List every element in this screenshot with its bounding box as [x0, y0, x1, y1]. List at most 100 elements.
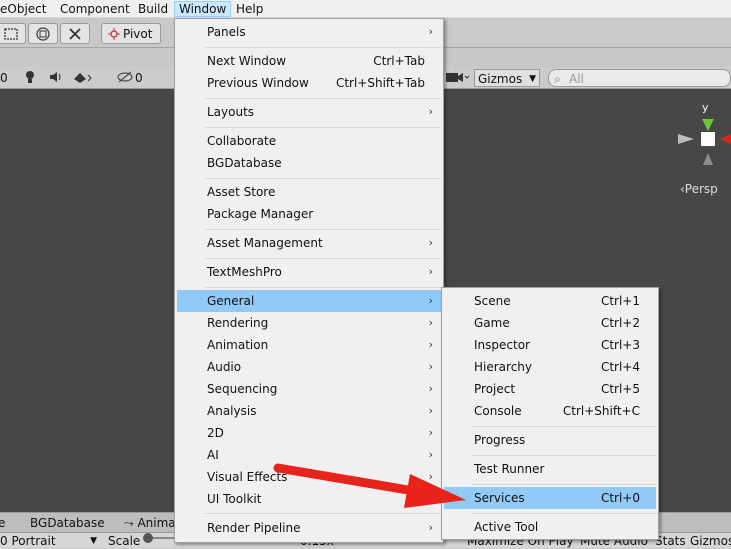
menu-item-asset-management[interactable]: Asset Management ›	[177, 232, 441, 254]
menu-separator	[205, 127, 441, 128]
menu-item-shortcut: Ctrl+1	[600, 294, 640, 308]
resolution-dropdown[interactable]: 0 Portrait ▼	[0, 533, 100, 549]
hidden-objects-icon[interactable]	[116, 69, 134, 87]
chevron-right-icon: ›	[428, 105, 433, 118]
menu-item-label: Console	[474, 404, 522, 418]
gizmos-dropdown[interactable]: Gizmos ▼	[474, 69, 540, 87]
chevron-right-icon: ›	[428, 25, 433, 38]
rect-tool-icon	[3, 27, 19, 41]
menu-item-analysis[interactable]: Analysis ›	[177, 400, 441, 422]
pivot-icon	[108, 27, 120, 40]
submenu-item-console[interactable]: Console Ctrl+Shift+C	[444, 400, 656, 422]
menu-item-label: Test Runner	[474, 462, 545, 476]
menu-item-animation[interactable]: Animation ›	[177, 334, 441, 356]
menu-separator	[205, 287, 441, 288]
menu-item-label: Previous Window	[207, 76, 309, 90]
gizmos-toggle[interactable]: Gizmos	[690, 533, 731, 549]
chevron-right-icon: ›	[428, 382, 433, 395]
menu-item-label: BGDatabase	[207, 156, 282, 170]
transform-tool-button[interactable]	[28, 23, 58, 44]
menu-item-label: Inspector	[474, 338, 530, 352]
submenu-item-game[interactable]: Game Ctrl+2	[444, 312, 656, 334]
menu-item-2d[interactable]: 2D ›	[177, 422, 441, 444]
menu-item-audio[interactable]: Audio ›	[177, 356, 441, 378]
menu-bar: eObject Component Build Window Help	[0, 0, 731, 18]
tab-bgdatabase[interactable]: BGDatabase	[30, 515, 105, 531]
scale-slider-handle[interactable]	[143, 533, 153, 543]
menu-component[interactable]: Component	[56, 1, 134, 17]
menu-item-label: Package Manager	[207, 207, 314, 221]
scene-orientation-gizmo[interactable]: y	[672, 101, 731, 181]
menu-item-rendering[interactable]: Rendering ›	[177, 312, 441, 334]
menu-item-panels[interactable]: Panels ›	[177, 21, 441, 43]
chevron-right-icon: ›	[428, 426, 433, 439]
submenu-item-services[interactable]: Services Ctrl+0	[444, 487, 656, 509]
menu-item-general[interactable]: General ›	[177, 290, 441, 312]
rect-tool-button[interactable]	[0, 23, 26, 44]
chevron-right-icon: ›	[428, 404, 433, 417]
submenu-item-inspector[interactable]: Inspector Ctrl+3	[444, 334, 656, 356]
menu-separator	[205, 98, 441, 99]
chevron-down-icon: ▼	[90, 536, 97, 546]
menu-item-shortcut: Ctrl+5	[600, 382, 640, 396]
menu-build[interactable]: Build	[134, 1, 172, 17]
tools-icon	[67, 26, 83, 42]
submenu-item-test-runner[interactable]: Test Runner	[444, 458, 656, 480]
submenu-item-scene[interactable]: Scene Ctrl+1	[444, 290, 656, 312]
menu-item-previous-window[interactable]: Previous Window Ctrl+Shift+Tab	[177, 72, 441, 94]
submenu-item-active-tool[interactable]: Active Tool	[444, 516, 656, 538]
menu-item-collaborate[interactable]: Collaborate	[177, 130, 441, 152]
menu-item-textmeshpro[interactable]: TextMeshPro ›	[177, 261, 441, 283]
menu-item-label: Project	[474, 382, 516, 396]
menu-item-label: Analysis	[207, 404, 257, 418]
chevron-right-icon: ›	[428, 236, 433, 249]
tab-animation[interactable]: ⤳ Anima	[124, 515, 176, 531]
search-icon: ⌕	[554, 72, 561, 86]
menu-item-shortcut: Ctrl+2	[600, 316, 640, 330]
menu-separator	[205, 513, 441, 514]
chevron-right-icon: ›	[428, 338, 433, 351]
submenu-item-progress[interactable]: Progress	[444, 429, 656, 451]
effects-toggle-icon[interactable]	[72, 69, 94, 87]
pivot-label: Pivot	[123, 26, 153, 41]
scene-search-input[interactable]: ⌕ All	[548, 69, 731, 87]
menu-item-shortcut: Ctrl+4	[600, 360, 640, 374]
tab-scene-partial[interactable]: e	[0, 515, 5, 531]
menu-window[interactable]: Window	[174, 1, 232, 17]
menu-separator	[472, 484, 656, 485]
menu-item-shortcut: Ctrl+Shift+Tab	[335, 76, 425, 90]
menu-item-label: Next Window	[207, 54, 287, 68]
menu-item-sequencing[interactable]: Sequencing ›	[177, 378, 441, 400]
chevron-right-icon: ›	[428, 521, 433, 534]
menu-item-package-manager[interactable]: Package Manager	[177, 203, 441, 225]
menu-item-label: Asset Management	[207, 236, 323, 250]
menu-item-label: Animation	[207, 338, 269, 352]
menu-item-label: Panels	[207, 25, 246, 39]
lighting-toggle-icon[interactable]	[24, 69, 36, 87]
menu-item-label: Services	[474, 491, 525, 505]
menu-item-bgdatabase[interactable]: BGDatabase	[177, 152, 441, 174]
menu-item-next-window[interactable]: Next Window Ctrl+Tab	[177, 50, 441, 72]
menu-item-label: AI	[207, 448, 219, 462]
stats-toggle[interactable]: Stats	[655, 533, 686, 549]
camera-icon[interactable]	[444, 69, 470, 87]
transform-tool-icon	[35, 26, 51, 42]
menu-item-asset-store[interactable]: Asset Store	[177, 181, 441, 203]
submenu-item-hierarchy[interactable]: Hierarchy Ctrl+4	[444, 356, 656, 378]
menu-item-label: Sequencing	[207, 382, 278, 396]
menu-item-shortcut: Ctrl+3	[600, 338, 640, 352]
menu-item-layouts[interactable]: Layouts ›	[177, 101, 441, 123]
persp-label[interactable]: ‹Persp	[680, 182, 718, 196]
chevron-down-icon: ▼	[529, 74, 536, 84]
pivot-toggle-button[interactable]: Pivot	[101, 23, 161, 44]
menu-item-label: Progress	[474, 433, 526, 447]
menu-gameobject[interactable]: eObject	[0, 1, 50, 17]
scale-label: Scale	[108, 534, 141, 548]
menu-help[interactable]: Help	[232, 1, 267, 17]
menu-item-render-pipeline[interactable]: Render Pipeline ›	[177, 517, 441, 539]
menu-item-label: Layouts	[207, 105, 255, 119]
audio-toggle-icon[interactable]	[48, 69, 64, 87]
custom-tools-button[interactable]	[60, 23, 90, 44]
submenu-item-project[interactable]: Project Ctrl+5	[444, 378, 656, 400]
chevron-right-icon: ›	[428, 360, 433, 373]
